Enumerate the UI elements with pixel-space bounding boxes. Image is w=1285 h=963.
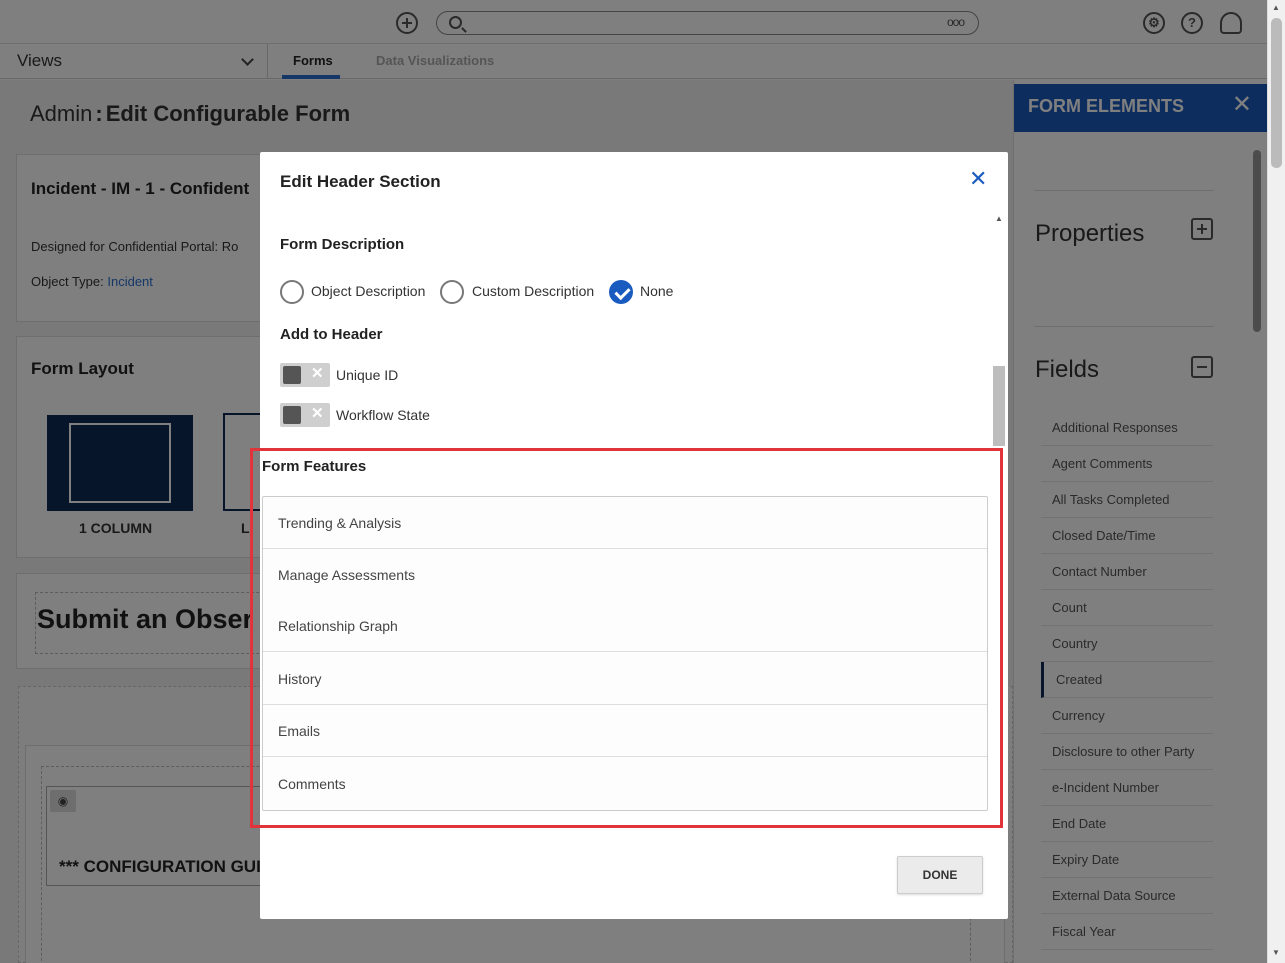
window-scrollbar[interactable]: ▲ ▼ <box>1267 0 1285 963</box>
radio-custom-description[interactable] <box>440 280 464 304</box>
scroll-up-icon[interactable]: ▲ <box>995 214 1003 223</box>
radio-label: None <box>640 283 674 299</box>
radio-label: Object Description <box>311 283 426 299</box>
workflow-state-toggle[interactable]: ✕ <box>280 403 330 427</box>
highlight-box <box>250 448 1003 828</box>
window-scrollbar-thumb[interactable] <box>1271 18 1282 168</box>
scroll-up-icon[interactable]: ▲ <box>1272 3 1280 12</box>
toggle-knob <box>283 406 301 424</box>
toggle-off-icon: ✕ <box>311 405 324 422</box>
radio-object-description[interactable] <box>280 280 304 304</box>
modal-title: Edit Header Section <box>280 172 441 191</box>
radio-label: Custom Description <box>472 283 595 299</box>
done-button[interactable]: DONE <box>897 856 983 894</box>
scroll-down-icon[interactable]: ▼ <box>1272 948 1280 957</box>
workflow-state-label: Workflow State <box>336 407 430 423</box>
form-description-label: Form Description <box>280 236 405 253</box>
unique-id-toggle[interactable]: ✕ <box>280 363 330 387</box>
add-to-header-label: Add to Header <box>280 326 383 343</box>
close-icon[interactable]: ✕ <box>969 168 987 190</box>
toggle-knob <box>283 366 301 384</box>
radio-none[interactable] <box>609 280 633 304</box>
unique-id-label: Unique ID <box>336 367 399 383</box>
modal-scrollbar[interactable] <box>993 366 1005 446</box>
toggle-off-icon: ✕ <box>311 365 324 382</box>
